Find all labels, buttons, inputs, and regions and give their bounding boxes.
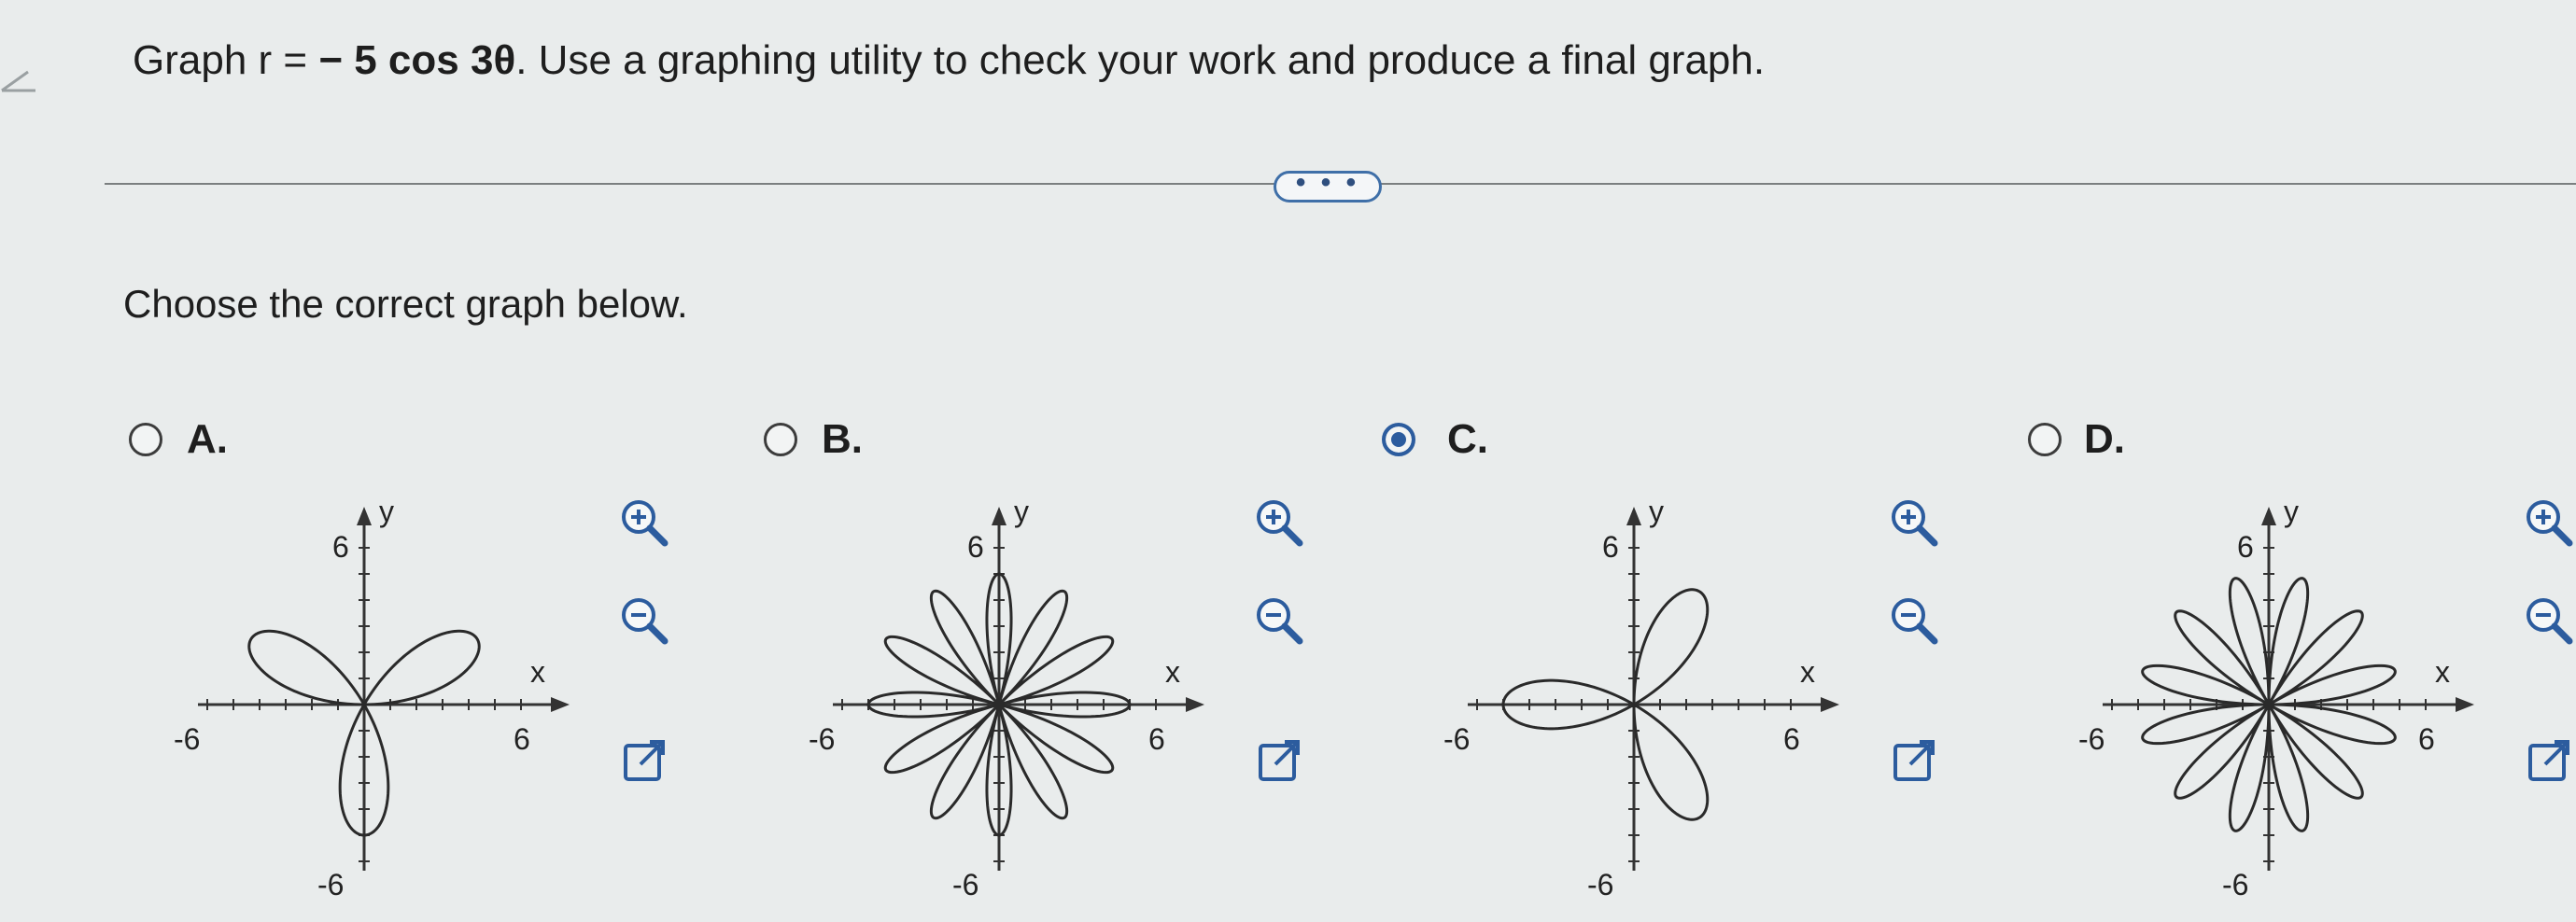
x-max-label: 6: [2418, 722, 2435, 756]
y-max-label: 6: [1602, 530, 1619, 564]
y-max-label: 6: [332, 530, 349, 564]
x-axis-label: x: [2435, 655, 2450, 689]
y-axis-arrow: [357, 507, 372, 525]
y-min-label: -6: [952, 868, 978, 901]
y-axis-arrow: [2261, 507, 2276, 525]
x-axis-label: x: [1165, 655, 1180, 689]
zoom-out-icon[interactable]: [2521, 593, 2576, 649]
y-axis-arrow: [992, 507, 1006, 525]
prompt-text: Choose the correct graph below.: [123, 282, 688, 326]
zoom-out-icon[interactable]: [616, 593, 672, 649]
open-new-window-icon[interactable]: [2521, 733, 2576, 789]
zoom-in-icon[interactable]: [616, 495, 672, 551]
option-b-label[interactable]: B.: [822, 416, 863, 463]
option-a-graph: yx6-66-6: [174, 495, 570, 901]
back-arrow-icon[interactable]: [0, 67, 37, 114]
option-c-radio[interactable]: [1382, 423, 1415, 456]
y-max-label: 6: [967, 530, 984, 564]
x-axis-arrow: [2456, 697, 2474, 712]
x-min-label: -6: [2078, 722, 2104, 756]
option-d-radio[interactable]: [2028, 423, 2062, 456]
question-text: Graph r = − 5 cos 3θ. Use a graphing uti…: [133, 35, 1765, 86]
question-equation: − 5 cos 3θ: [318, 37, 516, 83]
x-axis-arrow: [551, 697, 570, 712]
open-new-window-icon[interactable]: [616, 733, 672, 789]
y-axis-arrow: [1626, 507, 1641, 525]
x-min-label: -6: [809, 722, 835, 756]
option-d-label[interactable]: D.: [2084, 416, 2125, 463]
open-new-window-icon[interactable]: [1251, 733, 1307, 789]
x-max-label: 6: [1783, 722, 1800, 756]
question-prefix: Graph r =: [133, 37, 319, 83]
option-d-graph: yx6-66-6: [2078, 495, 2474, 901]
open-new-window-icon[interactable]: [1886, 733, 1942, 789]
more-button[interactable]: • • •: [1274, 169, 1382, 203]
zoom-out-icon[interactable]: [1251, 593, 1307, 649]
x-axis-label: x: [1800, 655, 1815, 689]
zoom-in-icon[interactable]: [1251, 495, 1307, 551]
y-axis-label: y: [1014, 495, 1029, 528]
option-c-graph: yx6-66-6: [1443, 495, 1839, 901]
x-max-label: 6: [514, 722, 530, 756]
y-axis-label: y: [1649, 495, 1664, 528]
y-max-label: 6: [2237, 530, 2254, 564]
x-max-label: 6: [1148, 722, 1165, 756]
option-b-radio[interactable]: [764, 423, 797, 456]
zoom-in-icon[interactable]: [2521, 495, 2576, 551]
option-a-label[interactable]: A.: [187, 416, 228, 463]
zoom-out-icon[interactable]: [1886, 593, 1942, 649]
question-suffix: . Use a graphing utility to check your w…: [515, 37, 1766, 83]
x-axis-arrow: [1821, 697, 1839, 712]
x-min-label: -6: [174, 722, 200, 756]
x-axis-arrow: [1186, 697, 1204, 712]
option-a-radio[interactable]: [129, 423, 162, 456]
option-c-label[interactable]: C.: [1447, 416, 1488, 463]
x-axis-label: x: [530, 655, 545, 689]
zoom-in-icon[interactable]: [1886, 495, 1942, 551]
y-min-label: -6: [317, 868, 344, 901]
y-axis-label: y: [379, 495, 394, 528]
x-min-label: -6: [1443, 722, 1470, 756]
y-min-label: -6: [2222, 868, 2248, 901]
y-min-label: -6: [1587, 868, 1613, 901]
y-axis-label: y: [2284, 495, 2299, 528]
option-b-graph: yx6-66-6: [809, 495, 1204, 901]
